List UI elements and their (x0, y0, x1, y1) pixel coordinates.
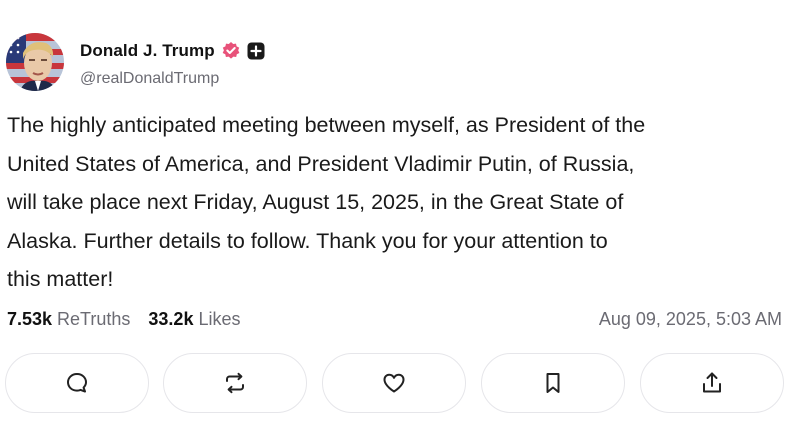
post-timestamp[interactable]: Aug 09, 2025, 5:03 AM (599, 309, 782, 330)
likes-stat[interactable]: 33.2k Likes (148, 309, 240, 330)
bookmark-button[interactable] (481, 353, 625, 413)
author-display-name[interactable]: Donald J. Trump (80, 41, 215, 61)
reply-icon (67, 373, 87, 393)
action-bar (0, 353, 800, 415)
like-button[interactable] (322, 353, 466, 413)
verified-badge-icon (221, 41, 241, 61)
share-button[interactable] (640, 353, 784, 413)
bookmark-icon (546, 373, 560, 393)
share-icon (703, 372, 721, 393)
post-card: Donald J. Trump @realDonaldTrump The hig… (0, 0, 800, 427)
post-stats: 7.53k ReTruths 33.2k Likes Aug 09, 2025,… (7, 306, 782, 332)
post-text: The highly anticipated meeting between m… (7, 113, 646, 291)
retruths-label: ReTruths (57, 308, 131, 329)
plus-badge-icon (247, 42, 265, 60)
retruth-icon (226, 372, 244, 394)
like-icon (383, 373, 405, 393)
avatar[interactable] (6, 33, 64, 91)
author-handle[interactable]: @realDonaldTrump (80, 70, 219, 88)
retruths-count: 7.53k (7, 308, 53, 329)
retruths-stat[interactable]: 7.53k ReTruths (7, 309, 130, 330)
likes-count: 33.2k (148, 308, 194, 329)
author-name-row: Donald J. Trump (80, 40, 265, 62)
likes-label: Likes (198, 308, 241, 329)
retruth-button[interactable] (163, 353, 307, 413)
reply-button[interactable] (5, 353, 149, 413)
avatar-portrait-icon (6, 33, 64, 91)
